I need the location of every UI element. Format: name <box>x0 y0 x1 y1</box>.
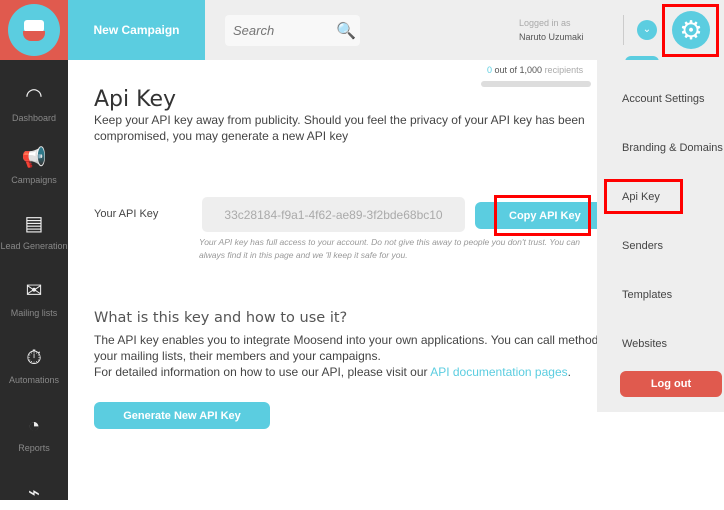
generate-api-key-button[interactable]: Generate New API Key <box>94 402 270 429</box>
sidebar-item-reports[interactable]: ◔ Reports <box>0 415 68 453</box>
sidebar-item-dashboard[interactable]: ◠ Dashboard <box>0 85 68 123</box>
api-documentation-link[interactable]: API documentation pages <box>430 365 567 379</box>
logged-in-info: Logged in as Naruto Uzumaki <box>519 18 584 42</box>
settings-dropdown-menu: Account Settings Branding & Domains Api … <box>597 60 724 412</box>
recipient-progress-bar <box>481 81 591 87</box>
highlight-box <box>604 179 683 214</box>
envelope-icon: ✉ <box>25 280 43 302</box>
sidebar-item-lead-generation[interactable]: ▤ Lead Generation <box>0 213 68 251</box>
sidebar-item-integrations[interactable]: ⌁ <box>0 482 68 510</box>
chevron-down-icon[interactable]: ⌄ <box>637 20 657 40</box>
logout-button[interactable]: Log out <box>620 371 722 397</box>
menu-item-account-settings[interactable]: Account Settings <box>622 93 705 105</box>
api-key-label: Your API Key <box>94 208 159 220</box>
section-text: The API key enables you to integrate Moo… <box>94 333 665 379</box>
stopwatch-icon: ⏱ <box>26 347 42 369</box>
cow-logo-icon <box>8 4 60 56</box>
megaphone-icon: 📢 <box>21 147 47 169</box>
page-title: Api Key <box>94 87 177 112</box>
highlight-box <box>494 195 591 236</box>
pie-chart-icon: ◔ <box>27 415 41 437</box>
sidebar-item-mailing-lists[interactable]: ✉ Mailing lists <box>0 280 68 318</box>
intro-text: Keep your API key away from publicity. S… <box>94 113 585 143</box>
api-key-field[interactable] <box>202 197 465 232</box>
search-icon[interactable]: 🔍 <box>336 21 356 41</box>
menu-item-websites[interactable]: Websites <box>622 338 667 350</box>
sidebar-item-campaigns[interactable]: 📢 Campaigns <box>0 147 68 185</box>
form-icon: ▤ <box>24 213 44 235</box>
sidebar-item-automations[interactable]: ⏱ Automations <box>0 347 68 385</box>
divider <box>623 15 624 45</box>
highlight-box <box>662 4 719 57</box>
logo[interactable] <box>0 0 68 60</box>
recipient-count: 0 out of 1,000 recipients <box>487 65 584 75</box>
menu-item-templates[interactable]: Templates <box>622 289 672 301</box>
user-name: Naruto Uzumaki <box>519 32 584 42</box>
menu-item-branding-domains[interactable]: Branding & Domains <box>622 142 723 154</box>
new-campaign-button[interactable]: New Campaign <box>68 0 205 60</box>
section-title: What is this key and how to use it? <box>94 310 348 326</box>
menu-item-senders[interactable]: Senders <box>622 240 663 252</box>
gauge-icon: ◠ <box>25 85 43 107</box>
sidebar: ◠ Dashboard 📢 Campaigns ▤ Lead Generation ✉… <box>0 60 68 504</box>
api-key-hint: Your API key has full access to your acc… <box>199 237 581 260</box>
plug-icon: ⌁ <box>27 482 41 504</box>
